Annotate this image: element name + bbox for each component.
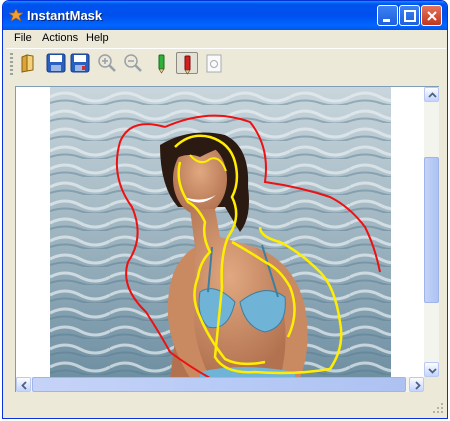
resize-grip-icon[interactable] — [432, 402, 444, 414]
save-as-button[interactable] — [69, 52, 91, 74]
preview-button[interactable] — [203, 52, 225, 74]
toolbar — [6, 48, 446, 78]
close-button[interactable] — [421, 5, 442, 26]
green-marker-icon — [158, 54, 165, 74]
save-icon — [46, 53, 66, 73]
title-bar[interactable]: InstantMask — [3, 1, 447, 30]
horizontal-scroll-thumb[interactable] — [32, 377, 406, 392]
horizontal-scrollbar[interactable] — [16, 377, 424, 392]
zoom-in-button[interactable] — [96, 52, 118, 74]
photo-layer[interactable] — [50, 87, 391, 378]
chevron-down-icon — [428, 368, 437, 374]
zoom-in-icon — [98, 54, 116, 72]
preview-icon — [206, 54, 222, 73]
scroll-left-button[interactable] — [16, 377, 31, 392]
red-marker-button[interactable] — [176, 52, 198, 75]
menu-help[interactable]: Help — [86, 32, 109, 44]
minimize-button[interactable] — [377, 5, 398, 26]
minimize-icon — [383, 19, 390, 22]
woman-photo-with-mask-strokes[interactable] — [50, 87, 391, 378]
menu-actions[interactable]: Actions — [42, 32, 78, 44]
close-icon — [427, 11, 437, 21]
zoom-out-button[interactable] — [122, 52, 144, 74]
scroll-right-button[interactable] — [409, 377, 424, 392]
vertical-scroll-thumb[interactable] — [424, 157, 439, 303]
zoom-out-icon — [124, 54, 142, 72]
scrollbar-corner — [424, 377, 439, 392]
app-window: InstantMask File Actions Help — [2, 0, 448, 419]
save-button[interactable] — [45, 52, 67, 74]
window-title: InstantMask — [27, 8, 103, 23]
green-marker-button[interactable] — [151, 52, 173, 74]
chevron-left-icon — [21, 381, 27, 390]
save-as-icon — [70, 53, 90, 73]
vertical-scrollbar[interactable] — [424, 87, 439, 377]
open-button[interactable] — [18, 52, 40, 74]
chevron-up-icon — [428, 92, 437, 98]
chevron-right-icon — [415, 381, 421, 390]
scroll-down-button[interactable] — [424, 362, 439, 377]
status-bar — [6, 396, 446, 416]
red-marker-icon — [184, 55, 191, 75]
image-canvas[interactable] — [15, 86, 439, 392]
app-logo-icon — [9, 9, 23, 21]
menu-file[interactable]: File — [14, 32, 32, 44]
menu-bar: File Actions Help — [6, 30, 446, 48]
maximize-button[interactable] — [399, 5, 420, 26]
open-icon — [21, 54, 34, 73]
toolbar-grip[interactable] — [10, 53, 13, 75]
scroll-up-button[interactable] — [424, 87, 439, 102]
maximize-icon — [404, 10, 416, 22]
